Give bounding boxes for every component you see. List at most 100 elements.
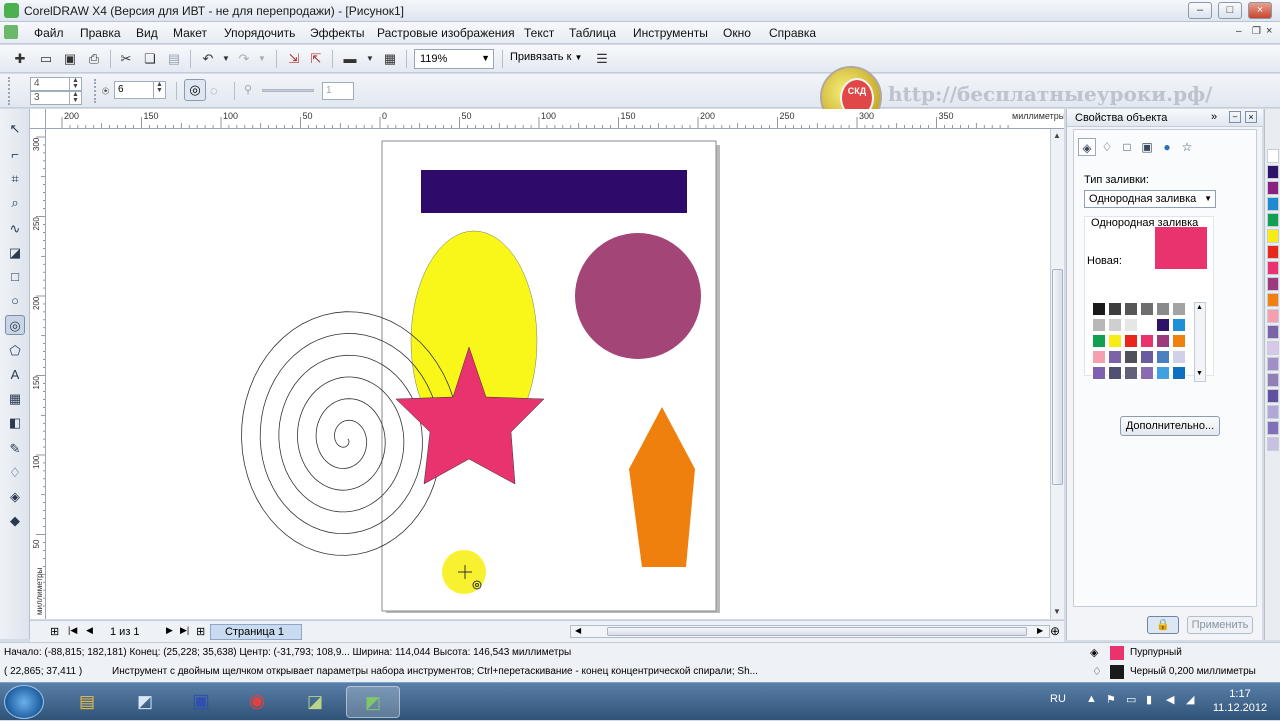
palette-swatch[interactable] <box>1140 334 1154 348</box>
undo-dropdown-icon[interactable]: ▼ <box>218 51 234 67</box>
interactive-blend-tool-icon[interactable]: ◧ <box>5 413 25 433</box>
colorbar-swatch[interactable] <box>1267 389 1279 403</box>
minimize-button[interactable]: – <box>1188 2 1212 19</box>
vertical-ruler[interactable]: 300 250 200 150 100 50 миллиметры <box>30 129 46 619</box>
app-launcher-dropdown-icon[interactable]: ▼ <box>362 51 378 67</box>
menu-file[interactable]: Файл <box>34 26 64 40</box>
ellipse-tool-icon[interactable]: ○ <box>5 291 25 311</box>
palette-swatch[interactable] <box>1108 334 1122 348</box>
palette-swatch[interactable] <box>1172 334 1186 348</box>
flag-icon[interactable]: ⚑ <box>1106 693 1116 706</box>
print-icon[interactable]: ⎙ <box>86 51 102 67</box>
colorbar-swatch[interactable] <box>1267 309 1279 323</box>
graph-columns-input[interactable]: 4 ▲ ▼ <box>30 77 82 91</box>
menu-window[interactable]: Окно <box>723 26 751 40</box>
wifi-icon[interactable]: ◢ <box>1186 693 1194 706</box>
mauve-circle-shape[interactable] <box>575 233 701 359</box>
horizontal-scroll-thumb[interactable] <box>607 627 1027 636</box>
battery-icon[interactable]: ▭ <box>1126 693 1136 706</box>
ruler-corner[interactable] <box>30 109 46 129</box>
zoom-tool-icon[interactable]: ⌕ <box>5 193 25 213</box>
general-tab-icon[interactable]: □ <box>1118 138 1136 156</box>
spiral-expansion-slider[interactable] <box>262 89 314 92</box>
colorbar-swatch[interactable] <box>1267 181 1279 195</box>
colorbar-swatch[interactable] <box>1267 229 1279 243</box>
spin-arrows-icon[interactable]: ▲ ▼ <box>69 91 81 104</box>
colorbar-swatch[interactable] <box>1267 165 1279 179</box>
welcome-screen-icon[interactable]: ▦ <box>382 51 398 67</box>
undo-icon[interactable]: ↶ <box>200 51 216 67</box>
menu-edit[interactable]: Правка <box>80 26 121 40</box>
palette-swatch[interactable] <box>1172 350 1186 364</box>
table-tool-icon[interactable]: ▦ <box>5 389 25 409</box>
maximize-button[interactable]: □ <box>1218 2 1242 19</box>
close-button[interactable]: × <box>1248 2 1272 19</box>
summary-tab-icon[interactable]: ☆ <box>1178 138 1196 156</box>
color-palette-grid[interactable] <box>1092 302 1192 382</box>
language-indicator[interactable]: RU <box>1050 693 1066 705</box>
vertical-scroll-thumb[interactable] <box>1052 269 1063 485</box>
palette-swatch[interactable] <box>1108 302 1122 316</box>
colorbar-swatch[interactable] <box>1267 277 1279 291</box>
add-page-after-icon[interactable]: ⊞ <box>196 625 205 638</box>
scroll-up-icon[interactable]: ▲ <box>1053 131 1061 140</box>
docker-expand-icon[interactable]: » <box>1211 111 1217 123</box>
lock-icon[interactable]: 🔒 <box>1147 616 1179 634</box>
redo-icon[interactable]: ↷ <box>236 51 252 67</box>
export-icon[interactable]: ⇱ <box>308 51 324 67</box>
palette-swatch[interactable] <box>1140 318 1154 332</box>
palette-swatch[interactable] <box>1108 366 1122 380</box>
freehand-tool-icon[interactable]: ∿ <box>5 219 25 239</box>
palette-scroll-down-icon[interactable]: ▼ <box>1196 370 1203 377</box>
shape-tool-icon[interactable]: ⌐ <box>5 145 25 165</box>
menu-view[interactable]: Вид <box>136 26 158 40</box>
logarithmic-spiral-icon[interactable]: ◌ <box>210 83 218 98</box>
spin-arrows-icon[interactable]: ▲ ▼ <box>153 81 165 98</box>
save-icon[interactable]: ▣ <box>62 51 78 67</box>
palette-swatch[interactable] <box>1172 366 1186 380</box>
colorbar-swatch[interactable] <box>1267 341 1279 355</box>
palette-swatch[interactable] <box>1092 350 1106 364</box>
palette-swatch[interactable] <box>1156 366 1170 380</box>
colorbar-swatch[interactable] <box>1267 261 1279 275</box>
options-icon[interactable]: ☰ <box>594 51 610 67</box>
palette-swatch[interactable] <box>1156 302 1170 316</box>
text-tool-icon[interactable]: A <box>5 365 25 385</box>
coreldraw-taskbar-icon[interactable]: ◪ <box>288 686 342 718</box>
snap-to-dropdown[interactable]: Привязать к ▼ <box>510 51 582 63</box>
menu-text[interactable]: Текст <box>524 26 554 40</box>
fill-tool-icon[interactable]: ◈ <box>5 487 25 507</box>
fill-color-swatch[interactable] <box>1110 646 1124 660</box>
docker-minimize-icon[interactable]: – <box>1229 111 1241 123</box>
navigator-icon[interactable]: ⊕ <box>1050 624 1060 638</box>
colorbar-swatch[interactable] <box>1267 421 1279 435</box>
detail-tab-icon[interactable]: ▣ <box>1138 138 1156 156</box>
redo-dropdown-icon[interactable]: ▼ <box>254 51 270 67</box>
palette-swatch[interactable] <box>1092 318 1106 332</box>
chrome-taskbar-icon[interactable]: ◉ <box>230 686 284 718</box>
colorbar-swatch[interactable] <box>1267 373 1279 387</box>
paste-icon[interactable]: ▤ <box>166 51 182 67</box>
symmetric-spiral-button[interactable]: ◎ <box>184 79 206 101</box>
explorer-taskbar-icon[interactable]: ▤ <box>60 686 114 718</box>
add-page-before-icon[interactable]: ⊞ <box>50 625 59 638</box>
clock[interactable]: 1:17 11.12.2012 <box>1210 687 1270 715</box>
palette-swatch[interactable] <box>1140 366 1154 380</box>
palette-swatch[interactable] <box>1108 318 1122 332</box>
doc-close-icon[interactable]: × <box>1266 25 1272 37</box>
spin-arrows-icon[interactable]: ▲ ▼ <box>69 77 81 90</box>
first-page-icon[interactable]: |◀ <box>68 625 77 636</box>
start-button[interactable] <box>4 685 44 719</box>
palette-swatch[interactable] <box>1124 302 1138 316</box>
palette-swatch[interactable] <box>1156 350 1170 364</box>
coreldraw-active-taskbar-icon[interactable]: ◩ <box>346 686 400 718</box>
menu-tools[interactable]: Инструменты <box>633 26 708 40</box>
pick-tool-icon[interactable]: ↖ <box>5 119 25 139</box>
menu-bitmaps[interactable]: Растровые изображения <box>377 26 515 40</box>
menu-help[interactable]: Справка <box>769 26 816 40</box>
fill-type-select[interactable]: Однородная заливка ▼ <box>1084 190 1216 208</box>
volume-icon[interactable]: ◀ <box>1166 693 1174 706</box>
outline-tab-icon[interactable]: ♢ <box>1098 138 1116 156</box>
next-page-icon[interactable]: ▶ <box>166 625 173 636</box>
floppy-taskbar-icon[interactable]: ▣ <box>174 686 228 718</box>
